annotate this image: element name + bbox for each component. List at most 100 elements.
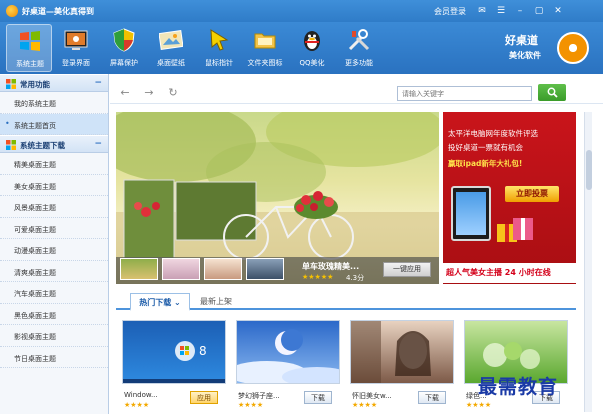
svg-text:8: 8 bbox=[199, 344, 207, 358]
maximize-button[interactable]: ▢ bbox=[533, 5, 545, 17]
sidebar-item-festival[interactable]: 节日桌面主题 bbox=[0, 347, 108, 368]
sidebar-item-label: 我的系统主题 bbox=[14, 100, 56, 108]
mail-icon[interactable]: ✉ bbox=[476, 5, 488, 17]
windows-logo-icon bbox=[20, 31, 40, 51]
ad-line: 太平洋电脑网年度软件评选 bbox=[448, 129, 538, 138]
one-click-apply-button[interactable]: 一键应用 bbox=[383, 262, 431, 277]
sidebar-item-car[interactable]: 汽车桌面主题 bbox=[0, 282, 108, 304]
forward-arrow-icon[interactable]: → bbox=[142, 86, 156, 100]
sidebar-item-film[interactable]: 影视桌面主题 bbox=[0, 325, 108, 347]
navigation-bar: ← → ↻ bbox=[110, 82, 603, 104]
sidebar-header-download[interactable]: 系统主题下载 − bbox=[0, 135, 108, 153]
collapse-icon[interactable]: − bbox=[94, 139, 102, 149]
sidebar-item-label: 节日桌面主题 bbox=[14, 354, 56, 363]
banner-thumbnail[interactable] bbox=[120, 258, 158, 280]
rating-stars: ★★★★★ bbox=[302, 273, 334, 281]
tool-label: 登录界面 bbox=[62, 59, 90, 67]
wallpaper-icon bbox=[159, 29, 183, 51]
shield-icon bbox=[113, 28, 135, 52]
refresh-icon[interactable]: ↻ bbox=[166, 86, 180, 100]
tool-folder-icon[interactable]: 文件夹图标 bbox=[242, 24, 288, 72]
banner-thumbnail[interactable] bbox=[246, 258, 284, 280]
tool-label: 鼠标指针 bbox=[205, 59, 233, 67]
tool-label: 屏幕保护 bbox=[110, 59, 138, 67]
sidebar-item-label: 风景桌面主题 bbox=[14, 204, 56, 212]
theme-card[interactable]: 8 Window... ★★★★ 应用 bbox=[122, 320, 226, 412]
brand-subtitle: 美化软件 bbox=[509, 51, 541, 60]
theme-card[interactable]: 怀旧美女w... ★★★★ 下载 bbox=[350, 320, 454, 412]
tool-mouse-pointer[interactable]: 鼠标指针 bbox=[196, 24, 242, 72]
tool-label: QQ美化 bbox=[299, 59, 325, 67]
tool-label: 文件夹图标 bbox=[247, 59, 283, 67]
sidebar-item-label: 影视桌面主题 bbox=[14, 333, 56, 341]
sidebar-item-black[interactable]: 黑色桌面主题 bbox=[0, 304, 108, 325]
sidebar-item-label: 黑色桌面主题 bbox=[14, 311, 56, 320]
sidebar-item-fresh[interactable]: 清爽桌面主题 bbox=[0, 261, 108, 282]
window-title: 好桌道—美化真得到 bbox=[22, 7, 94, 16]
sidebar-item-label: 汽车桌面主题 bbox=[14, 290, 56, 298]
vote-advertisement[interactable]: 太平洋电脑网年度软件评选 投好桌道一票就有机会 赢取ipad新年大礼包! 立即投… bbox=[443, 112, 576, 284]
sidebar: 常用功能 − 我的系统主题 系统主题首页 系统主题下载 − 精美桌面主题 美女桌… bbox=[0, 74, 109, 414]
collapse-icon[interactable]: − bbox=[94, 78, 102, 88]
tab-latest[interactable]: 最新上架 bbox=[194, 293, 238, 311]
sidebar-item-beauty[interactable]: 美女桌面主题 bbox=[0, 175, 108, 196]
search-icon bbox=[547, 87, 558, 98]
windows-logo-icon bbox=[6, 79, 16, 89]
sidebar-item-anime[interactable]: 动漫桌面主题 bbox=[0, 239, 108, 261]
tab-label: 热门下载 bbox=[139, 298, 172, 307]
sidebar-header-common[interactable]: 常用功能 − bbox=[0, 74, 108, 92]
live-stream-banner[interactable]: 超人气美女主播 24 小时在线 bbox=[443, 263, 576, 283]
back-arrow-icon[interactable]: ← bbox=[118, 86, 132, 100]
minimize-button[interactable]: – bbox=[514, 5, 526, 17]
brand-name: 好桌道 bbox=[505, 34, 538, 47]
theme-name: 怀旧美女w... bbox=[352, 392, 392, 400]
tool-qq-beautify[interactable]: QQ美化 bbox=[289, 24, 335, 72]
sidebar-item-scenery[interactable]: 风景桌面主题 bbox=[0, 196, 108, 218]
menu-icon[interactable]: ☰ bbox=[495, 5, 507, 17]
main-toolbar: 系统主题 登录界面 屏幕保护 桌面壁纸 鼠标指针 文件夹图标 QQ美化 更多功能… bbox=[0, 22, 603, 74]
tool-more-functions[interactable]: 更多功能 bbox=[336, 24, 382, 72]
sidebar-item-label: 系统主题首页 bbox=[14, 121, 56, 130]
tool-label: 系统主题 bbox=[16, 60, 44, 68]
tool-login-screen[interactable]: 登录界面 bbox=[53, 24, 99, 72]
download-tabs: 热门下载 ⌄ 最新上架 bbox=[116, 290, 576, 311]
scrollbar-thumb[interactable] bbox=[586, 150, 592, 190]
tool-label: 更多功能 bbox=[345, 59, 373, 67]
sidebar-item-cute[interactable]: 可爱桌面主题 bbox=[0, 218, 108, 239]
sidebar-item-label: 清爽桌面主题 bbox=[14, 268, 56, 277]
apply-button[interactable]: 应用 bbox=[190, 391, 218, 404]
tool-screensaver[interactable]: 屏幕保护 bbox=[101, 24, 147, 72]
tool-system-theme[interactable]: 系统主题 bbox=[6, 24, 52, 72]
theme-thumbnail: 8 bbox=[122, 320, 226, 384]
content-scrollbar[interactable] bbox=[584, 112, 592, 412]
banner-thumbnail[interactable] bbox=[204, 258, 242, 280]
live-stream-text: 超人气美女主播 24 小时在线 bbox=[446, 268, 551, 277]
theme-thumbnail bbox=[236, 320, 340, 384]
sidebar-item-exquisite[interactable]: 精美桌面主题 bbox=[0, 153, 108, 175]
banner-theme-title: 单车玫瑰精美... bbox=[302, 262, 360, 271]
sidebar-item-my-themes[interactable]: 我的系统主题 bbox=[0, 92, 108, 114]
tool-wallpaper[interactable]: 桌面壁纸 bbox=[148, 24, 194, 72]
sidebar-item-label: 可爱桌面主题 bbox=[14, 225, 56, 234]
vote-now-button[interactable]: 立即投票 bbox=[505, 186, 559, 202]
search-input[interactable] bbox=[397, 86, 532, 101]
featured-theme-banner[interactable]: 单车玫瑰精美... ★★★★★ 4.3分 一键应用 bbox=[116, 112, 439, 284]
download-button[interactable]: 下载 bbox=[418, 391, 446, 404]
windows-logo-icon bbox=[6, 140, 16, 150]
brand-flower-icon bbox=[557, 32, 589, 64]
download-button[interactable]: 下载 bbox=[304, 391, 332, 404]
sidebar-header-label: 常用功能 bbox=[20, 80, 50, 89]
theme-card[interactable]: 梦幻狮子座... ★★★★ 下载 bbox=[236, 320, 340, 412]
watermark-text: 最需教育 bbox=[478, 376, 559, 398]
member-login-link[interactable]: 会员登录 bbox=[434, 6, 466, 17]
banner-thumbnail[interactable] bbox=[162, 258, 200, 280]
ad-line: 投好桌道一票就有机会 bbox=[448, 143, 523, 152]
sidebar-item-theme-home[interactable]: 系统主题首页 bbox=[0, 113, 108, 135]
login-screen-icon bbox=[64, 30, 88, 50]
theme-name: 梦幻狮子座... bbox=[238, 392, 280, 400]
rating-stars: ★★★★ bbox=[352, 401, 378, 409]
close-button[interactable]: ✕ bbox=[552, 5, 564, 17]
rating-stars: ★★★★ bbox=[466, 401, 492, 409]
tab-hot-downloads[interactable]: 热门下载 ⌄ bbox=[130, 293, 190, 311]
search-button[interactable] bbox=[538, 84, 566, 101]
